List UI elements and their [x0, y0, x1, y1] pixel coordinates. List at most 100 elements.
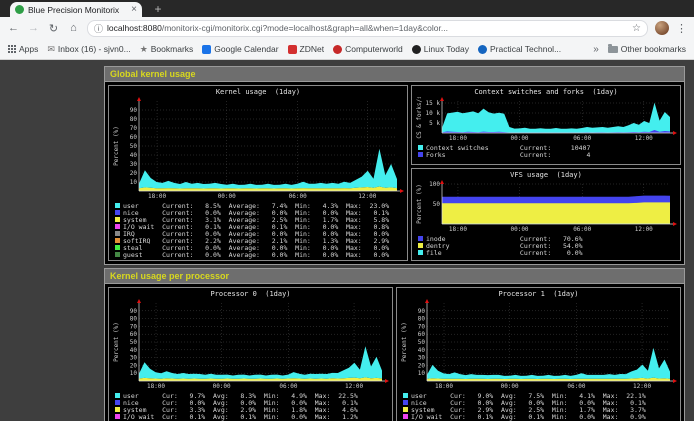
svg-text:30: 30: [130, 355, 138, 362]
svg-text:20: 20: [418, 362, 426, 369]
browser-menu-icon[interactable]: ⋮: [676, 22, 687, 35]
svg-text:10: 10: [130, 370, 138, 377]
page-info-icon[interactable]: ⓘ: [94, 22, 103, 35]
browser-tab[interactable]: Blue Precision Monitorix ×: [10, 2, 142, 17]
processor-0-graph[interactable]: Processor 0 (1day) Percent (%)1020304050…: [108, 287, 393, 421]
svg-text:18:00: 18:00: [148, 193, 166, 200]
svg-text:30: 30: [418, 355, 426, 362]
tab-strip: Blue Precision Monitorix × +: [0, 0, 694, 17]
url-text[interactable]: localhost:8080/monitorix-cgi/monitorix.c…: [107, 23, 628, 33]
profile-avatar[interactable]: [655, 21, 669, 35]
legend-swatch: [115, 414, 120, 419]
home-icon[interactable]: ⌂: [67, 22, 80, 34]
legend-row: Forks Current: 4: [418, 151, 680, 158]
legend-swatch: [403, 414, 408, 419]
apps-shortcut[interactable]: Apps: [8, 44, 38, 54]
legend-swatch: [418, 250, 423, 255]
legend-swatch: [115, 407, 120, 412]
bookmark-bookmarks[interactable]: ★Bookmarks: [140, 44, 194, 55]
legend-swatch: [115, 203, 120, 208]
section-global-kernel-usage: Global kernel usage Kernel usage (1day) …: [104, 66, 685, 265]
svg-text:18:00: 18:00: [449, 226, 467, 233]
svg-text:20: 20: [130, 170, 138, 177]
legend-swatch: [115, 393, 120, 398]
close-tab-icon[interactable]: ×: [131, 5, 137, 15]
legend-swatch: [115, 238, 120, 243]
processor-1-graph[interactable]: Processor 1 (1day) Percent (%)1020304050…: [396, 287, 681, 421]
svg-text:06:00: 06:00: [567, 383, 585, 390]
svg-text:Percent (%): Percent (%): [416, 184, 423, 224]
bookmark-star-icon[interactable]: ☆: [632, 23, 641, 34]
bookmark-label: Practical Technol...: [490, 44, 561, 54]
section-kernel-usage-per-processor: Kernel usage per processor Processor 0 (…: [104, 268, 685, 421]
svg-text:40: 40: [130, 347, 138, 354]
chart-legend: user Cur: 9.7% Avg: 8.3% Min: 4.9% Max: …: [109, 391, 392, 420]
legend-swatch: [418, 236, 423, 241]
svg-text:50: 50: [130, 143, 138, 150]
svg-text:00:00: 00:00: [510, 135, 528, 142]
chart-title: Context switches and forks (1day): [412, 86, 680, 97]
context-switches-graph[interactable]: Context switches and forks (1day) CS & f…: [411, 85, 681, 165]
legend-text: guest Current: 0.0% Average: 0.0% Min: 0…: [123, 251, 389, 259]
back-icon[interactable]: ←: [7, 22, 20, 34]
legend-swatch: [115, 400, 120, 405]
star-icon: ★: [140, 44, 148, 55]
legend-text: I/O wait Cur: 0.1% Avg: 0.1% Min: 0.0% M…: [123, 413, 358, 421]
url-host: localhost:8080: [107, 23, 162, 33]
legend-row: I/O wait Cur: 0.1% Avg: 0.1% Min: 0.0% M…: [403, 413, 680, 420]
legend-swatch: [418, 145, 423, 150]
svg-text:60: 60: [130, 134, 138, 141]
legend-swatch: [115, 252, 120, 257]
legend-swatch: [403, 407, 408, 412]
legend-swatch: [115, 210, 120, 215]
bookmark-computerworld[interactable]: Computerworld: [333, 44, 403, 54]
vfs-usage-graph[interactable]: VFS usage (1day) Percent (%)5010018:0000…: [411, 168, 681, 261]
bookmark-label: Bookmarks: [151, 44, 194, 54]
svg-text:CS & forks/s: CS & forks/s: [416, 97, 423, 139]
new-tab-button[interactable]: +: [150, 2, 166, 16]
legend-swatch: [115, 217, 120, 222]
chart-title: Processor 0 (1day): [109, 288, 392, 299]
svg-text:06:00: 06:00: [279, 383, 297, 390]
apps-label: Apps: [19, 44, 38, 54]
svg-text:90: 90: [130, 308, 138, 315]
tab-title: Blue Precision Monitorix: [28, 5, 127, 15]
context-switches-plot: CS & forks/s5 k10 k15 k18:0000:0006:0012…: [412, 97, 680, 143]
bookmark-label: Google Calendar: [214, 44, 278, 54]
bookmark-google-calendar[interactable]: Google Calendar: [202, 44, 278, 54]
bookmark-label: Linux Today: [424, 44, 469, 54]
browser-toolbar: ← → ↻ ⌂ ⓘ localhost:8080/monitorix-cgi/m…: [0, 17, 694, 39]
forward-icon[interactable]: →: [27, 22, 40, 34]
folder-icon: [608, 46, 618, 53]
bookmark-practical-tech[interactable]: Practical Technol...: [478, 44, 561, 54]
chart-title: VFS usage (1day): [412, 169, 680, 180]
other-bookmarks[interactable]: Other bookmarks: [608, 44, 686, 54]
vfs-usage-plot: Percent (%)5010018:0000:0006:0012:00: [412, 180, 680, 234]
svg-text:10: 10: [130, 179, 138, 186]
bookmark-label: ZDNet: [300, 44, 325, 54]
svg-text:80: 80: [130, 116, 138, 123]
bookmarks-overflow-icon[interactable]: »: [593, 44, 599, 55]
svg-text:10: 10: [418, 370, 426, 377]
chart-title: Kernel usage (1day): [109, 86, 407, 97]
chart-legend: user Cur: 9.0% Avg: 7.5% Min: 4.1% Max: …: [397, 391, 680, 420]
legend-swatch: [418, 243, 423, 248]
address-bar[interactable]: ⓘ localhost:8080/monitorix-cgi/monitorix…: [87, 20, 648, 37]
svg-text:50: 50: [130, 339, 138, 346]
reload-icon[interactable]: ↻: [47, 22, 60, 35]
svg-text:00:00: 00:00: [213, 383, 231, 390]
svg-text:15 k: 15 k: [426, 100, 441, 107]
svg-text:80: 80: [130, 316, 138, 323]
kernel-usage-graph[interactable]: Kernel usage (1day) Percent (%)102030405…: [108, 85, 408, 261]
legend-row: file Current: 0.0%: [418, 249, 680, 256]
other-bookmarks-label: Other bookmarks: [621, 44, 686, 54]
bookmark-linux-today[interactable]: Linux Today: [412, 44, 469, 54]
bookmark-inbox[interactable]: ✉Inbox (16) - sjvn0...: [47, 44, 130, 55]
bookmark-zdnet[interactable]: ZDNet: [288, 44, 325, 54]
svg-text:50: 50: [433, 201, 441, 208]
legend-swatch: [403, 393, 408, 398]
apps-grid-icon: [8, 45, 16, 53]
svg-text:06:00: 06:00: [573, 226, 591, 233]
kernel-usage-plot: Percent (%)10203040506070809018:0000:000…: [109, 97, 407, 201]
svg-text:40: 40: [130, 152, 138, 159]
